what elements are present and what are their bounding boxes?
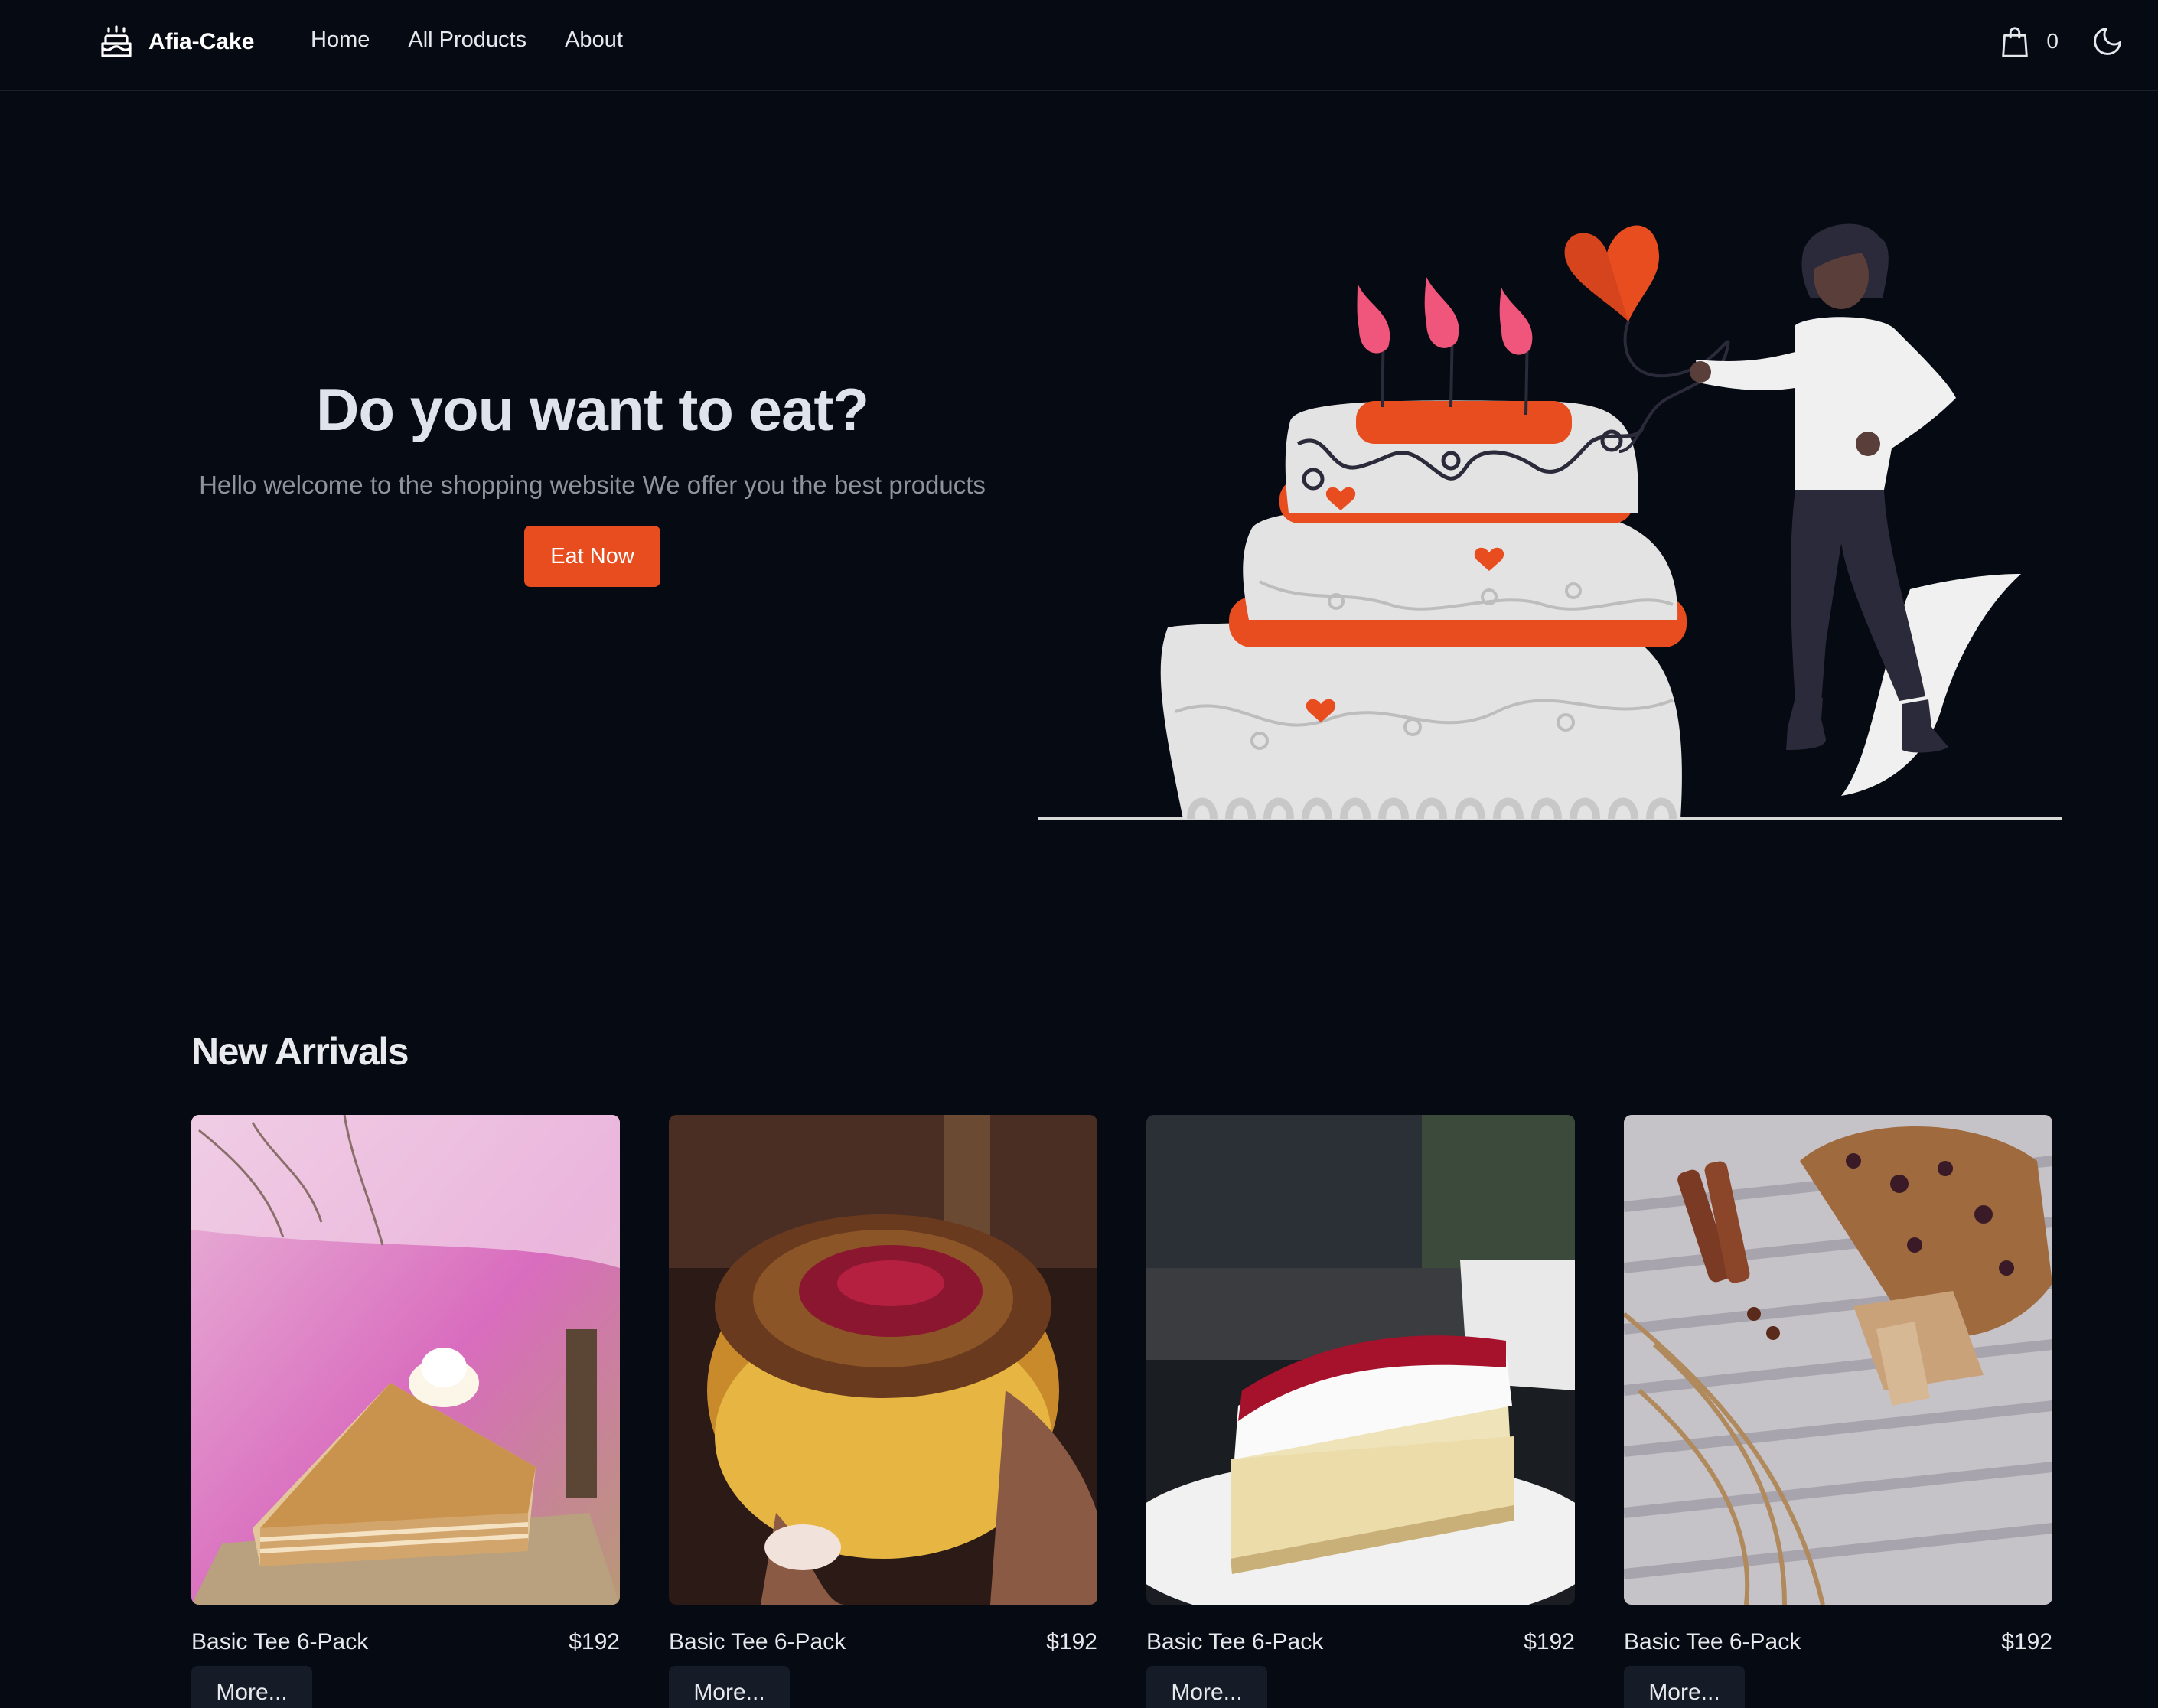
nav-actions: 0 [1997, 23, 2124, 60]
product-name: Basic Tee 6-Pack [191, 1629, 369, 1654]
product-name: Basic Tee 6-Pack [669, 1629, 846, 1654]
hero-subtitle: Hello welcome to the shopping website We… [199, 471, 986, 499]
navbar: Afia-Cake Home All Products About 0 [0, 0, 2158, 91]
product-card: Basic Tee 6-Pack $192 More... [1146, 1115, 1575, 1708]
product-meta: Basic Tee 6-Pack $192 [669, 1629, 1097, 1655]
product-image[interactable] [1624, 1115, 2052, 1605]
product-card: Basic Tee 6-Pack $192 More... [669, 1115, 1097, 1708]
hero-title: Do you want to eat? [316, 376, 869, 443]
more-button[interactable]: More... [191, 1666, 312, 1708]
more-button[interactable]: More... [1624, 1666, 1745, 1708]
product-card: Basic Tee 6-Pack $192 More... [191, 1115, 620, 1708]
moon-icon[interactable] [2091, 24, 2124, 58]
birthday-cake-illustration [1038, 223, 2062, 820]
more-button[interactable]: More... [669, 1666, 790, 1708]
product-meta: Basic Tee 6-Pack $192 [1624, 1629, 2052, 1655]
product-card: Basic Tee 6-Pack $192 More... [1624, 1115, 2052, 1708]
product-image[interactable] [669, 1115, 1097, 1605]
product-meta: Basic Tee 6-Pack $192 [191, 1629, 620, 1655]
brand[interactable]: Afia-Cake [98, 23, 254, 61]
brand-name: Afia-Cake [148, 29, 255, 54]
nav-links: Home All Products About [311, 28, 661, 53]
product-name: Basic Tee 6-Pack [1624, 1629, 1801, 1654]
product-name: Basic Tee 6-Pack [1146, 1629, 1324, 1654]
product-price: $192 [2001, 1629, 2052, 1654]
more-button[interactable]: More... [1146, 1666, 1267, 1708]
nav-link-all-products[interactable]: All Products [408, 28, 526, 53]
product-image[interactable] [191, 1115, 620, 1605]
product-price: $192 [1524, 1629, 1575, 1654]
cake-icon [101, 25, 132, 57]
new-arrivals-title: New Arrivals [191, 1030, 409, 1073]
product-meta: Basic Tee 6-Pack $192 [1146, 1629, 1575, 1655]
product-image[interactable] [1146, 1115, 1575, 1605]
cart-count: 0 [2046, 29, 2059, 53]
nav-link-about[interactable]: About [565, 28, 623, 53]
product-price: $192 [569, 1629, 620, 1654]
shopping-bag-icon[interactable] [1997, 23, 2032, 60]
product-price: $192 [1046, 1629, 1097, 1654]
nav-link-home[interactable]: Home [311, 28, 370, 53]
eat-now-button[interactable]: Eat Now [524, 526, 660, 587]
hero: Do you want to eat? Hello welcome to the… [153, 375, 1032, 587]
